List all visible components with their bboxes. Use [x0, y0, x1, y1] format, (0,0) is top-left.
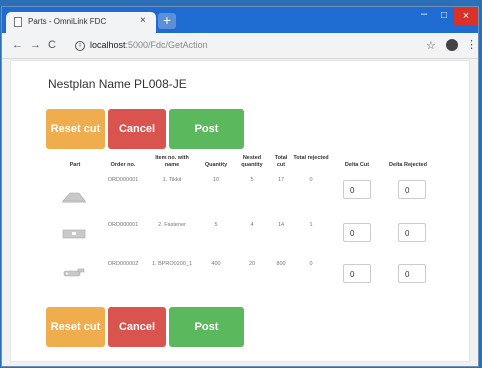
col-order: Order no. [110, 162, 136, 168]
row-2-order: ORD000001 [107, 222, 139, 228]
row-1-total-cut: 17 [277, 177, 285, 183]
page-content: Nestplan Name PL008-JE Reset cut Cancel … [10, 60, 470, 362]
row-2-quantity: 5 [214, 222, 218, 228]
row-2-total-rejected: 1 [309, 222, 313, 228]
browser-toolbar: ← → C i localhost:5000/Fdc/GetAction ☆ ⋮ [2, 33, 478, 59]
url-path: :5000/Fdc/GetAction [125, 40, 208, 50]
post-button-bottom[interactable]: Post [169, 307, 244, 347]
row-2-delta-rejected-input[interactable]: 0 [398, 223, 426, 242]
url-text[interactable]: localhost:5000/Fdc/GetAction [90, 40, 208, 50]
minimize-button[interactable]: ‒ [414, 7, 434, 25]
col-quantity: Quantity [204, 162, 228, 168]
tab-close-icon[interactable]: × [140, 15, 146, 26]
row-3-delta-cut-input[interactable]: 0 [343, 264, 371, 283]
col-delta-cut: Delta Cut [344, 162, 370, 168]
maximize-button[interactable]: □ [434, 7, 454, 25]
cancel-button-bottom[interactable]: Cancel [108, 307, 166, 347]
row-3-total-cut: 800 [276, 261, 286, 267]
close-window-button[interactable]: × [454, 7, 478, 25]
page-title: Nestplan Name PL008-JE [48, 77, 187, 91]
row-3-order: ORD000002 [107, 261, 139, 267]
col-total-rejected: Total rejected [293, 155, 329, 161]
row-1-order: ORD000001 [107, 177, 139, 183]
title-bar: Parts - OmniLink FDC × + ‒ □ × [2, 7, 478, 33]
browser-tab[interactable]: Parts - OmniLink FDC × [6, 12, 156, 33]
browser-menu-icon[interactable]: ⋮ [466, 38, 477, 51]
row-3-delta-rejected-input[interactable]: 0 [398, 264, 426, 283]
tab-title: Parts - OmniLink FDC [28, 17, 107, 26]
row-2-delta-cut-input[interactable]: 0 [343, 223, 371, 242]
row-1-item: 1. Tikkit [162, 177, 182, 183]
account-icon[interactable] [446, 39, 458, 51]
row-2-nested: 4 [250, 222, 254, 228]
cancel-button[interactable]: Cancel [108, 109, 166, 149]
back-icon[interactable]: ← [12, 39, 23, 51]
browser-window: Parts - OmniLink FDC × + ‒ □ × ← → C i l… [1, 6, 479, 367]
row-2-item: 2. Fastener [158, 222, 186, 228]
part-thumbnail-3 [63, 268, 85, 277]
new-tab-button[interactable]: + [158, 13, 176, 29]
row-1-nested: 5 [250, 177, 254, 183]
part-thumbnail-2 [62, 229, 86, 239]
page-icon [14, 17, 22, 27]
row-2-total-cut: 14 [277, 222, 285, 228]
col-nested: Nested quantity [241, 155, 263, 168]
col-total-cut: Total cut [274, 155, 288, 168]
part-thumbnail-1 [62, 192, 86, 203]
reload-icon[interactable]: C [48, 39, 56, 51]
col-delta-rejected: Delta Rejected [389, 162, 427, 168]
post-button[interactable]: Post [169, 109, 244, 149]
col-part: Part [69, 162, 81, 168]
reset-cut-button[interactable]: Reset cut [46, 109, 105, 149]
reset-cut-button-bottom[interactable]: Reset cut [46, 307, 105, 347]
row-3-quantity: 400 [211, 261, 221, 267]
row-3-total-rejected: 0 [309, 261, 313, 267]
row-3-nested: 20 [248, 261, 256, 267]
bookmark-star-icon[interactable]: ☆ [426, 39, 436, 52]
address-bar[interactable]: i localhost:5000/Fdc/GetAction [66, 37, 406, 55]
forward-icon[interactable]: → [30, 39, 41, 51]
col-item: Item no. with name [155, 155, 189, 168]
url-host: localhost [90, 40, 126, 50]
row-1-delta-cut-input[interactable]: 0 [343, 180, 371, 199]
row-1-delta-rejected-input[interactable]: 0 [398, 180, 426, 199]
info-icon[interactable]: i [75, 41, 85, 51]
row-1-quantity: 10 [212, 177, 220, 183]
row-1-total-rejected: 0 [309, 177, 313, 183]
row-3-item: 1. BPRO0200_1 [151, 261, 193, 267]
